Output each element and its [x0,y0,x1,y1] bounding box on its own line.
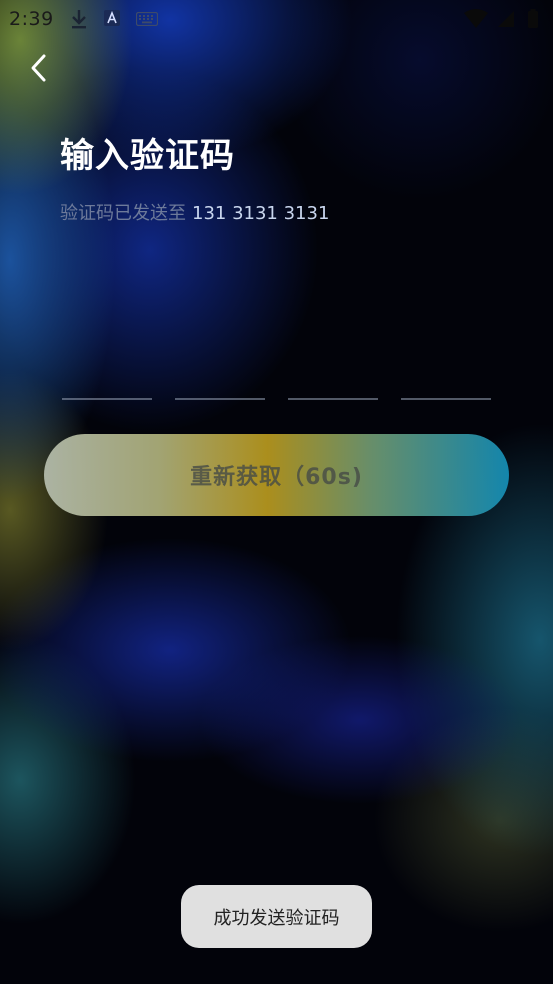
status-time: 2:39 [9,8,54,30]
signal-icon [496,9,516,33]
toast: 成功发送验证码 [181,885,372,948]
sent-to-text: 验证码已发送至 131 3131 3131 [60,199,329,225]
sent-to-label: 验证码已发送至 [60,203,186,224]
verification-screen: 2:39 输入验证码 验证码已发送至 131 3131 3131 重新获取（60… [0,0,553,984]
page-title: 输入验证码 [60,136,235,176]
code-digit-3[interactable] [288,360,378,400]
battery-icon [527,9,539,33]
code-digit-1[interactable] [62,360,152,400]
text-input-a-icon [104,10,120,30]
chevron-left-icon [29,53,47,87]
download-icon [70,8,88,34]
resend-code-button[interactable]: 重新获取（60s) [44,434,509,516]
wifi-icon [463,9,489,33]
code-digit-4[interactable] [401,360,491,400]
keyboard-icon [135,11,159,30]
back-button[interactable] [20,50,56,90]
status-bar: 2:39 [0,0,553,36]
resend-countdown-label: 重新获取（60s) [190,465,363,490]
phone-number: 131 3131 3131 [192,203,330,224]
toast-message: 成功发送验证码 [213,907,340,929]
code-digit-2[interactable] [175,360,265,400]
